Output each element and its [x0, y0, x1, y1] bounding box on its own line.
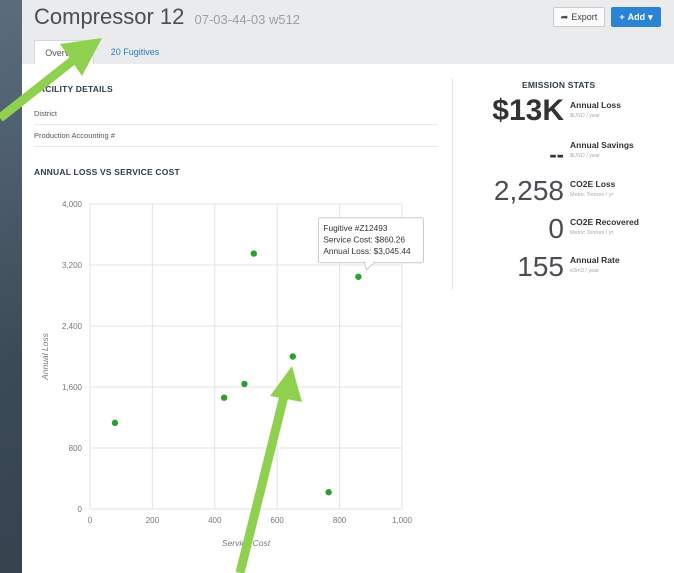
annotation-arrows — [0, 38, 302, 573]
arrow-annotation — [235, 366, 302, 573]
arrow-annotation — [0, 38, 102, 122]
